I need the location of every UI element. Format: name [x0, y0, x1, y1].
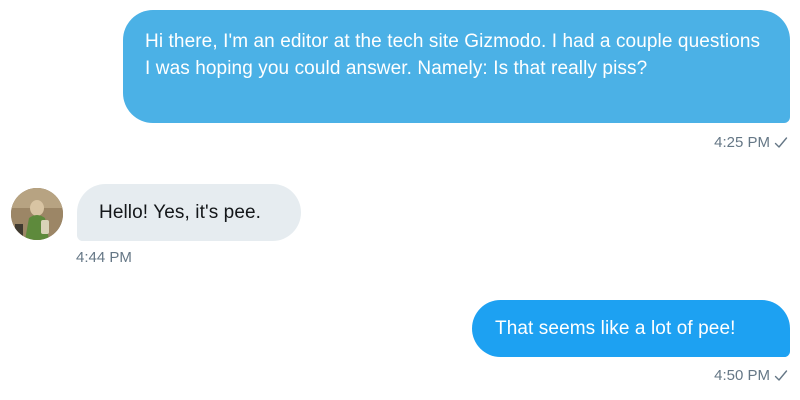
avatar-photo	[11, 188, 63, 240]
checkmark-icon	[774, 369, 788, 383]
message-timestamp: 4:25 PM	[714, 134, 770, 151]
outgoing-message-bubble[interactable]: That seems like a lot of pee!	[472, 300, 790, 357]
message-meta: 4:50 PM	[714, 367, 788, 385]
message-meta: 4:25 PM	[714, 134, 788, 152]
message-thread: Hi there, I'm an editor at the tech site…	[0, 0, 800, 400]
incoming-message-bubble[interactable]: Hello! Yes, it's pee.	[77, 184, 301, 241]
avatar[interactable]	[11, 188, 63, 240]
message-timestamp: 4:44 PM	[76, 249, 132, 266]
outgoing-message-bubble[interactable]: Hi there, I'm an editor at the tech site…	[123, 10, 790, 123]
checkmark-icon	[774, 136, 788, 150]
message-timestamp: 4:50 PM	[714, 367, 770, 384]
